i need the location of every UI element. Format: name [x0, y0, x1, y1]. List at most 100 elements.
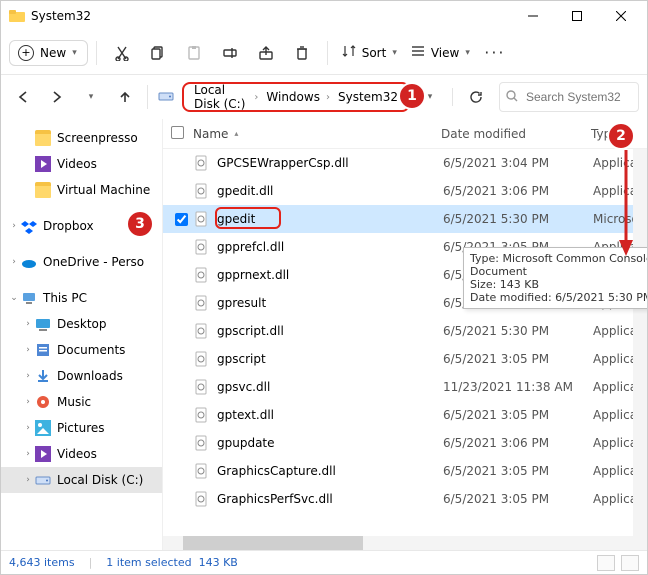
file-icon — [193, 211, 209, 227]
status-item-count: 4,643 items — [9, 556, 75, 569]
file-name: GPCSEWrapperCsp.dll — [217, 156, 443, 170]
file-name: gpsvc.dll — [217, 380, 443, 394]
delete-button[interactable] — [285, 36, 319, 70]
share-button[interactable] — [249, 36, 283, 70]
file-list-pane: Name▴ Date modified Typ GPCSEWrapperCsp.… — [163, 119, 647, 550]
chevron-down-icon: ▾ — [465, 48, 470, 58]
forward-button[interactable] — [43, 83, 71, 111]
new-button[interactable]: + New ▾ — [9, 40, 88, 66]
file-date: 6/5/2021 3:05 PM — [443, 352, 593, 366]
breadcrumb-item[interactable]: System32 — [334, 90, 402, 104]
refresh-button[interactable] — [461, 82, 491, 112]
tree-item[interactable]: Virtual Machine — [1, 177, 162, 203]
close-button[interactable] — [599, 1, 643, 31]
file-row[interactable]: GPCSEWrapperCsp.dll6/5/2021 3:04 PMAppli… — [163, 149, 647, 177]
annotation-badge-1: 1 — [398, 82, 426, 110]
tree-item[interactable]: Screenpresso — [1, 125, 162, 151]
command-bar: + New ▾ Sort ▾ View ▾ ··· — [1, 31, 647, 75]
file-icon — [193, 351, 209, 367]
navigation-tree[interactable]: Screenpresso Videos Virtual Machine ›Dro… — [1, 119, 163, 550]
file-row[interactable]: gpscript.dll6/5/2021 5:30 PMApplica — [163, 317, 647, 345]
file-row[interactable]: gpscript6/5/2021 3:05 PMApplica — [163, 345, 647, 373]
sort-button[interactable]: Sort ▾ — [336, 40, 403, 65]
column-name[interactable]: Name▴ — [193, 127, 441, 141]
file-date: 6/5/2021 3:04 PM — [443, 156, 593, 170]
more-button[interactable]: ··· — [478, 36, 512, 70]
file-icon — [193, 295, 209, 311]
file-date: 6/5/2021 3:05 PM — [443, 408, 593, 422]
file-name: gpupdate — [217, 436, 443, 450]
tree-item-local-disk[interactable]: ›Local Disk (C:) — [1, 467, 162, 493]
file-name: gpprnext.dll — [217, 268, 443, 282]
tree-item-onedrive[interactable]: ›OneDrive - Perso — [1, 249, 162, 275]
details-view-button[interactable] — [597, 555, 615, 571]
file-row[interactable]: gpupdate6/5/2021 3:06 PMApplica — [163, 429, 647, 457]
back-button[interactable] — [9, 83, 37, 111]
file-date: 6/5/2021 3:06 PM — [443, 184, 593, 198]
tree-item[interactable]: ›Pictures — [1, 415, 162, 441]
view-label: View — [431, 46, 459, 60]
tree-item-thispc[interactable]: ⌄This PC — [1, 285, 162, 311]
sort-ascending-icon: ▴ — [234, 129, 238, 138]
breadcrumb-item[interactable]: Windows› — [262, 90, 334, 104]
file-name: gpprefcl.dll — [217, 240, 443, 254]
row-checkbox[interactable] — [175, 213, 188, 226]
file-row[interactable]: gpedit.dll6/5/2021 3:06 PMApplica — [163, 177, 647, 205]
minimize-button[interactable] — [511, 1, 555, 31]
file-rows[interactable]: GPCSEWrapperCsp.dll6/5/2021 3:04 PMAppli… — [163, 149, 647, 536]
file-row[interactable]: GraphicsCapture.dll6/5/2021 3:05 PMAppli… — [163, 457, 647, 485]
breadcrumb-item[interactable]: Local Disk (C:)› — [190, 83, 262, 111]
search-input[interactable] — [524, 89, 632, 105]
file-name: GraphicsCapture.dll — [217, 464, 443, 478]
address-bar-row: ▾ Local Disk (C:)› Windows› System32 ▾ — [1, 75, 647, 119]
breadcrumb[interactable]: Local Disk (C:)› Windows› System32 — [182, 82, 410, 112]
chevron-right-icon[interactable]: › — [7, 221, 21, 231]
file-icon — [193, 379, 209, 395]
new-label: New — [40, 46, 66, 60]
folder-icon — [9, 8, 25, 24]
column-date[interactable]: Date modified — [441, 127, 591, 141]
tree-item[interactable]: ›Videos — [1, 441, 162, 467]
file-date: 6/5/2021 3:05 PM — [443, 464, 593, 478]
cut-button[interactable] — [105, 36, 139, 70]
file-date: 6/5/2021 5:30 PM — [443, 212, 593, 226]
file-icon — [193, 183, 209, 199]
file-icon — [193, 491, 209, 507]
sort-icon — [342, 44, 356, 61]
file-date: 6/5/2021 5:30 PM — [443, 324, 593, 338]
search-box[interactable] — [499, 82, 639, 112]
select-all-checkbox[interactable] — [171, 126, 184, 139]
file-row[interactable]: gptext.dll6/5/2021 3:05 PMApplica — [163, 401, 647, 429]
plus-icon: + — [18, 45, 34, 61]
tree-item[interactable]: ›Desktop — [1, 311, 162, 337]
chevron-down-icon[interactable]: ⌄ — [7, 293, 21, 303]
search-icon — [506, 90, 518, 105]
annotation-badge-2: 2 — [607, 122, 635, 150]
file-icon — [193, 435, 209, 451]
annotation-badge-3: 3 — [126, 210, 154, 238]
view-button[interactable]: View ▾ — [405, 40, 476, 65]
chevron-right-icon[interactable]: › — [7, 257, 21, 267]
file-name: gpedit — [217, 212, 443, 226]
file-row[interactable]: GraphicsPerfSvc.dll6/5/2021 3:05 PMAppli… — [163, 485, 647, 513]
file-icon — [193, 239, 209, 255]
thumbnails-view-button[interactable] — [621, 555, 639, 571]
tree-item[interactable]: ›Documents — [1, 337, 162, 363]
maximize-button[interactable] — [555, 1, 599, 31]
tree-item[interactable]: ›Music — [1, 389, 162, 415]
column-headers[interactable]: Name▴ Date modified Typ — [163, 119, 647, 149]
paste-button[interactable] — [177, 36, 211, 70]
recent-locations-button[interactable]: ▾ — [77, 83, 105, 111]
chevron-down-icon: ▾ — [392, 48, 397, 58]
horizontal-scrollbar[interactable] — [163, 536, 647, 550]
file-icon — [193, 267, 209, 283]
file-name: gpscript — [217, 352, 443, 366]
tree-item[interactable]: ›Downloads — [1, 363, 162, 389]
file-row[interactable]: gpedit6/5/2021 5:30 PMMicroso — [163, 205, 647, 233]
status-bar: 4,643 items | 1 item selected 143 KB — [1, 550, 647, 574]
file-row[interactable]: gpsvc.dll11/23/2021 11:38 AMApplica — [163, 373, 647, 401]
up-button[interactable] — [111, 83, 139, 111]
tree-item[interactable]: Videos — [1, 151, 162, 177]
rename-button[interactable] — [213, 36, 247, 70]
copy-button[interactable] — [141, 36, 175, 70]
